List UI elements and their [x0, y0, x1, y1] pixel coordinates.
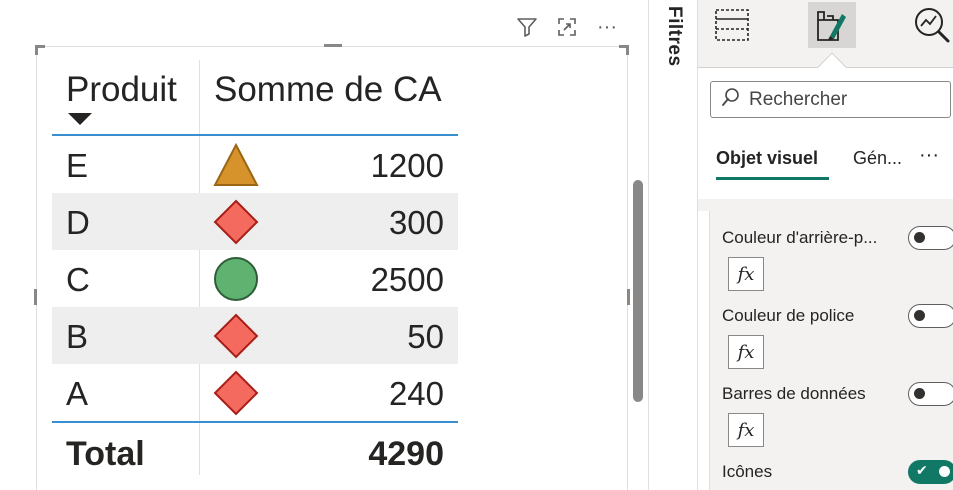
table-row[interactable]: E 1200	[52, 136, 458, 193]
section-gap	[698, 199, 953, 211]
search-icon	[721, 87, 741, 112]
option-label: Icônes	[722, 462, 773, 481]
canvas-scrollbar[interactable]	[633, 180, 643, 402]
format-visual-icon[interactable]	[808, 2, 856, 48]
check-icon: ✔	[916, 462, 928, 478]
visualizations-pane: Rechercher Objet visuel Gén... ··· Coule…	[698, 0, 953, 490]
cell-produit: C	[66, 261, 90, 298]
analytics-icon[interactable]	[908, 2, 953, 48]
column-header-produit[interactable]: Produit	[66, 70, 177, 110]
diamond-icon	[213, 370, 259, 416]
font-color-toggle[interactable]	[908, 304, 953, 328]
table-row[interactable]: B 50	[52, 307, 458, 364]
resize-handle-top[interactable]	[324, 44, 342, 47]
more-options-icon[interactable]: ···	[594, 14, 620, 40]
focus-mode-icon[interactable]	[554, 14, 580, 40]
option-label: Barres de données	[722, 384, 866, 403]
cell-produit: B	[66, 318, 89, 355]
option-label: Couleur de police	[722, 306, 855, 325]
format-pane-body: Rechercher Objet visuel Gén... ··· Coule…	[698, 68, 953, 490]
cell-produit: D	[66, 204, 90, 241]
search-input[interactable]: Rechercher	[710, 81, 951, 118]
filters-label[interactable]: Filtres	[663, 6, 685, 67]
data-table: Produit Somme de CA E 1200 D 300 C 2500 B 50 A 24…	[52, 60, 458, 481]
resize-corner-top-right[interactable]	[619, 45, 629, 55]
table-row[interactable]: A 240	[52, 364, 458, 421]
background-color-toggle[interactable]	[908, 226, 953, 250]
cell-produit: A	[66, 375, 89, 412]
cell-somme-ca: 240	[388, 375, 444, 412]
cell-somme-ca: 300	[388, 204, 444, 241]
total-row: Total 4290	[52, 421, 458, 481]
toggle-knob	[914, 388, 925, 399]
active-tab-indicator	[716, 177, 829, 180]
total-value: 4290	[368, 435, 444, 473]
toggle-knob	[939, 466, 950, 477]
total-label: Total	[66, 435, 145, 473]
cell-elements-card: Couleur d'arrière-p... fx Couleur de pol…	[709, 211, 953, 490]
toggle-knob	[914, 310, 925, 321]
table-row[interactable]: D 300	[52, 193, 458, 250]
build-visual-icon[interactable]	[708, 2, 756, 48]
column-header-somme-ca[interactable]: Somme de CA	[214, 70, 442, 110]
toggle-knob	[914, 232, 925, 243]
visual-header: ···	[514, 14, 620, 40]
report-canvas: ··· Produit Somme de CA E 1200 D 300 C 2500 B 5…	[0, 0, 648, 490]
diamond-icon	[213, 313, 259, 359]
resize-handle-right[interactable]	[627, 289, 630, 305]
resize-corner-top-left[interactable]	[35, 45, 45, 55]
more-tabs-icon[interactable]: ···	[919, 144, 939, 167]
cell-produit: E	[66, 147, 89, 184]
filters-pane-collapsed[interactable]: Filtres	[648, 0, 698, 490]
filter-icon[interactable]	[514, 14, 540, 40]
format-tabs: Objet visuel Gén... ···	[698, 140, 953, 180]
search-placeholder: Rechercher	[749, 88, 848, 110]
background-color-fx-button[interactable]: fx	[728, 257, 764, 291]
data-bars-fx-button[interactable]: fx	[728, 413, 764, 447]
sort-descending-icon[interactable]	[68, 113, 92, 125]
cell-somme-ca: 2500	[370, 261, 444, 298]
tab-objet-visuel[interactable]: Objet visuel	[716, 148, 818, 169]
tab-general[interactable]: Gén...	[853, 148, 902, 169]
diamond-icon	[213, 199, 259, 245]
triangle-icon	[213, 142, 259, 188]
resize-handle-left[interactable]	[34, 289, 37, 305]
cell-somme-ca: 50	[407, 318, 444, 355]
cell-somme-ca: 1200	[370, 147, 444, 184]
icons-toggle[interactable]: ✔	[908, 460, 953, 484]
font-color-fx-button[interactable]: fx	[728, 335, 764, 369]
option-label: Couleur d'arrière-p...	[722, 228, 878, 247]
circle-icon	[213, 256, 259, 302]
table-header: Produit Somme de CA	[52, 60, 458, 136]
data-bars-toggle[interactable]	[908, 382, 953, 406]
table-row[interactable]: C 2500	[52, 250, 458, 307]
